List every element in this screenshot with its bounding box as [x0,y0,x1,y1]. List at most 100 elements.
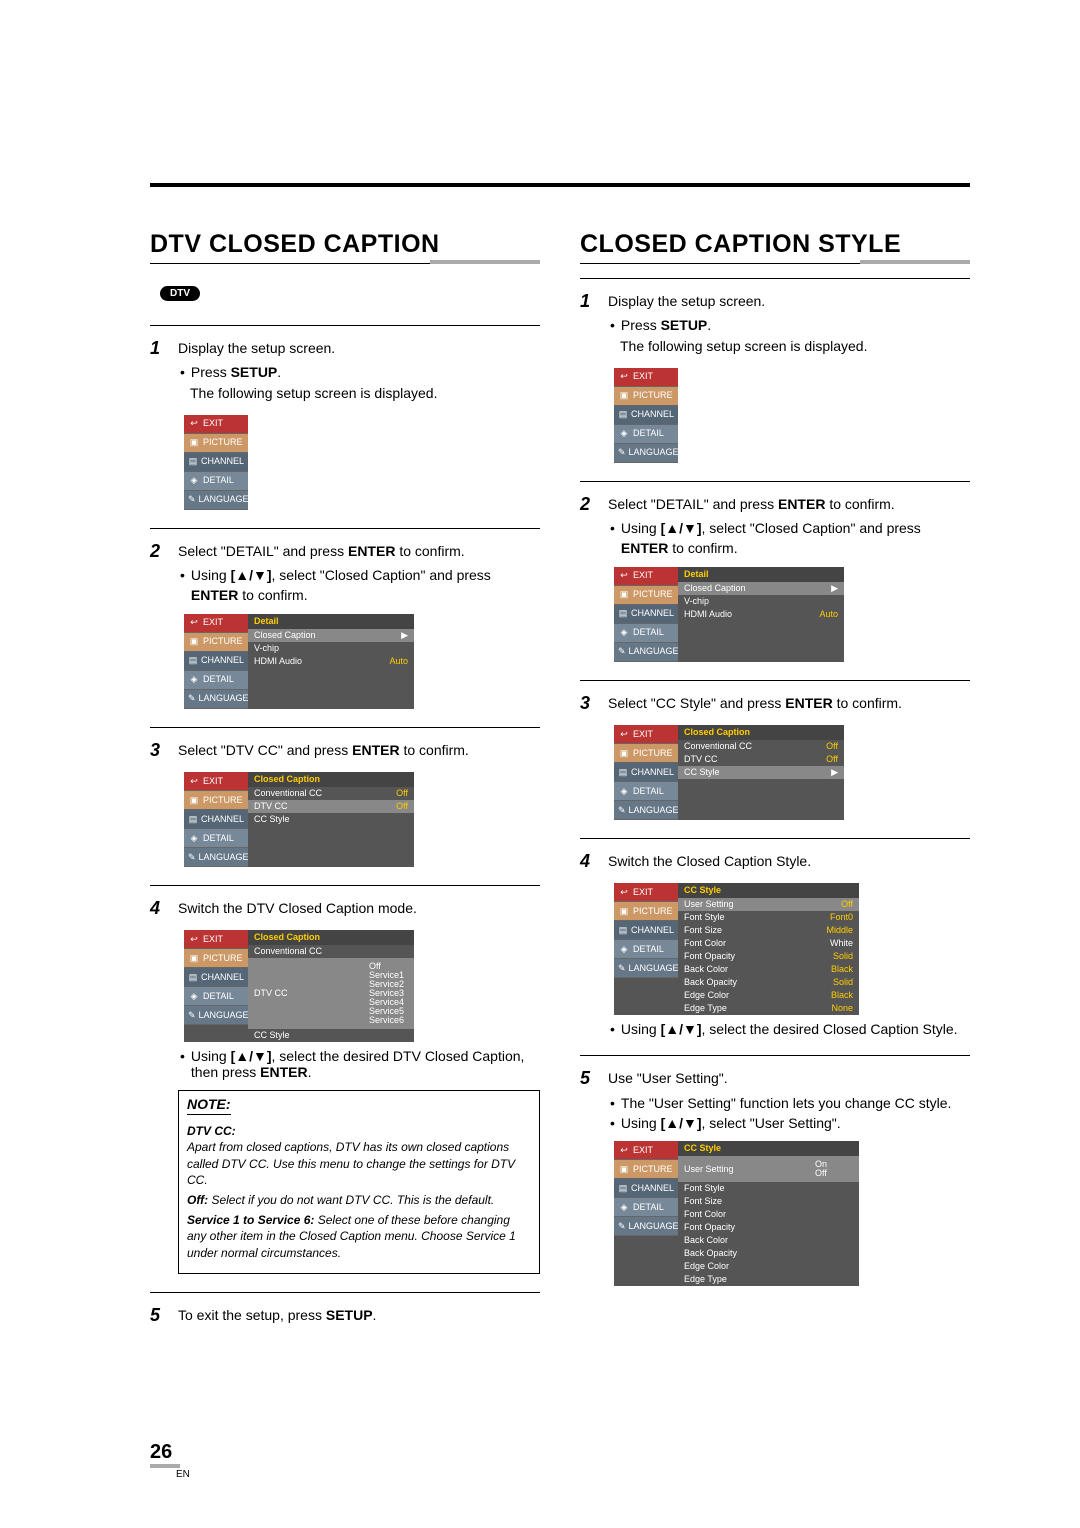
top-separator [150,183,970,187]
menu-item-detail: ◈DETAIL [184,472,248,491]
detail-icon: ◈ [188,675,200,685]
arrow-icon: ↩ [188,934,200,944]
menu-row: Font StyleFont0 [678,911,859,924]
arrow-icon: ↩ [188,776,200,786]
menu-item-channel: ▤CHANNEL [614,1179,678,1198]
channel-icon: ▤ [188,814,198,824]
separator [150,727,540,728]
channel-icon: ▤ [618,609,628,619]
menu-row: Edge Type [678,1273,859,1286]
step-number: 3 [150,740,168,764]
detail-icon: ◈ [618,786,630,796]
menu-row: HDMI AudioAuto [248,655,414,668]
menu-detail: ↩EXIT ▣PICTURE ▤CHANNEL ◈DETAIL ✎LANGUAG… [614,567,844,662]
step-text: Display the setup screen. [178,338,540,358]
step-left-1: 1 Display the setup screen. Press SETUP.… [150,338,540,510]
menu-item-channel: ▤CHANNEL [184,968,248,987]
menu-detail: ↩EXIT ▣PICTURE ▤CHANNEL ◈DETAIL ✎LANGUAG… [184,614,414,709]
menu-row: Back ColorBlack [678,963,859,976]
menu-row: Edge ColorBlack [678,989,859,1002]
menu-row: Font Size [678,1195,859,1208]
language-icon: ✎ [618,805,626,815]
step-number: 2 [580,494,598,559]
step-text: Select "CC Style" and press ENTER to con… [608,693,970,713]
note-text: Service 1 to Service 6: Select one of th… [187,1212,531,1261]
menu-item-language: ✎LANGUAGE [614,801,678,820]
menu-item-exit: ↩EXIT [184,772,248,791]
separator [580,1055,970,1056]
menu-item-channel: ▤CHANNEL [184,652,248,671]
menu-item-detail: ◈DETAIL [614,1198,678,1217]
menu-item-detail: ◈DETAIL [614,624,678,643]
menu-item-picture: ▣PICTURE [614,586,678,605]
menu-item-exit: ↩EXIT [184,930,248,949]
step-left-3: 3 Select "DTV CC" and press ENTER to con… [150,740,540,867]
step-right-1: 1 Display the setup screen. Press SETUP.… [580,291,970,463]
detail-icon: ◈ [618,944,630,954]
menu-row: User Setting On Off [678,1156,859,1182]
menu-item-picture: ▣PICTURE [614,744,678,763]
menu-header: CC Style [678,883,859,898]
separator [580,278,970,279]
menu-item-exit: ↩EXIT [614,1141,678,1160]
separator [580,838,970,839]
step-number: 4 [150,898,168,922]
step-bullet: Press SETUP. [191,362,281,382]
menu-row: Edge TypeNone [678,1002,859,1015]
menu-row: CC Style [248,1029,414,1042]
menu-row: Closed Caption▶ [248,629,414,642]
step-text: Switch the DTV Closed Caption mode. [178,898,540,918]
menu-setup-sidebar: ↩EXIT ▣PICTURE ▤CHANNEL ◈DETAIL ✎LANGUAG… [614,368,678,463]
detail-icon: ◈ [188,476,200,486]
menu-item-exit: ↩EXIT [614,725,678,744]
detail-icon: ◈ [618,429,630,439]
menu-header: Detail [678,567,844,582]
menu-item-exit: ↩EXIT [614,368,678,387]
menu-item-exit: ↩EXIT [614,567,678,586]
menu-dropdown: Off Service1 Service2 Service3 Service4 … [365,960,408,1027]
menu-row: CC Style▶ [678,766,844,779]
step-number: 5 [150,1305,168,1329]
menu-item-channel: ▤CHANNEL [614,921,678,940]
step-right-4: 4 Switch the Closed Caption Style. ↩EXIT… [580,851,970,1037]
separator [580,481,970,482]
menu-row: Font Style [678,1182,859,1195]
right-column: CLOSED CAPTION STYLE 1 Display the setup… [580,230,970,1347]
channel-icon: ▤ [188,457,198,467]
menu-item-channel: ▤CHANNEL [614,763,678,782]
separator [580,680,970,681]
menu-row: Font Color [678,1208,859,1221]
menu-row: HDMI AudioAuto [678,608,844,621]
step-text: Switch the Closed Caption Style. [608,851,970,871]
channel-icon: ▤ [188,972,198,982]
menu-row: DTV CCOff [248,800,414,813]
channel-icon: ▤ [618,925,628,935]
menu-item-exit: ↩EXIT [184,415,248,434]
menu-item-picture: ▣PICTURE [184,434,248,453]
separator [150,885,540,886]
language-icon: ✎ [188,694,196,704]
menu-item-channel: ▤CHANNEL [614,406,678,425]
menu-item-picture: ▣PICTURE [184,791,248,810]
menu-row: V-chip [248,642,414,655]
channel-icon: ▤ [188,656,198,666]
dtv-badge: DTV [160,286,200,301]
channel-icon: ▤ [618,410,628,420]
menu-item-picture: ▣PICTURE [614,387,678,406]
arrow-icon: ↩ [188,419,200,429]
language-icon: ✎ [188,852,196,862]
step-number: 1 [580,291,598,360]
separator [150,1292,540,1293]
step-text: Select "DTV CC" and press ENTER to confi… [178,740,540,760]
arrow-icon: ↩ [618,372,630,382]
detail-icon: ◈ [618,1202,630,1212]
channel-icon: ▤ [618,767,628,777]
step-bullet: Using [▲/▼], select the desired Closed C… [621,1021,958,1037]
menu-item-channel: ▤CHANNEL [184,810,248,829]
menu-item-picture: ▣PICTURE [614,902,678,921]
step-number: 1 [150,338,168,407]
chevron-right-icon: ▶ [831,584,838,593]
picture-icon: ▣ [618,1164,630,1174]
menu-row: Edge Color [678,1260,859,1273]
arrow-icon: ↩ [618,729,630,739]
